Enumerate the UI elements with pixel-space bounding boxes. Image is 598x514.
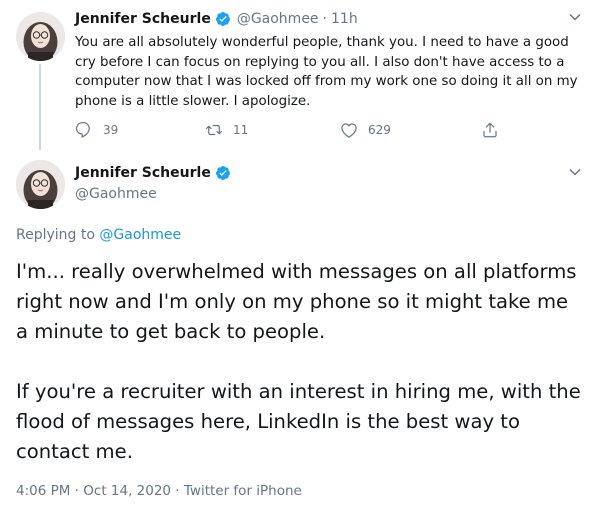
like-button[interactable]: 629 xyxy=(340,121,391,139)
tweet-time[interactable]: 11h xyxy=(331,11,358,27)
avatar[interactable] xyxy=(16,12,65,61)
reply-button[interactable]: 39 xyxy=(75,121,118,139)
share-icon[interactable] xyxy=(481,121,499,139)
separator-dot: · xyxy=(322,11,327,27)
tweet-header: Jennifer Scheurle @Gaohmee · 11h xyxy=(75,11,358,27)
tweet-text: You are all absolutely wonderful people,… xyxy=(75,35,578,109)
user-handle[interactable]: @Gaohmee xyxy=(237,11,319,27)
retweet-count: 11 xyxy=(233,123,249,137)
replying-to-label: Replying to xyxy=(16,227,95,243)
avatar[interactable] xyxy=(16,160,65,209)
retweet-icon xyxy=(205,124,223,136)
replying-to-handle[interactable]: @Gaohmee xyxy=(99,227,181,243)
like-count: 629 xyxy=(368,123,391,137)
retweet-button[interactable]: 11 xyxy=(205,121,248,139)
user-handle[interactable]: @Gaohmee xyxy=(75,186,157,202)
display-name[interactable]: Jennifer Scheurle xyxy=(75,11,211,27)
display-name[interactable]: Jennifer Scheurle xyxy=(75,165,211,181)
tweet-text-paragraph: If you're a recruiter with an interest i… xyxy=(16,380,581,463)
tweet-text-paragraph: I'm... really overwhelmed with messages … xyxy=(16,260,577,343)
avatar-portrait xyxy=(16,160,65,209)
verified-badge-icon xyxy=(215,166,230,180)
avatar-portrait xyxy=(16,12,65,61)
tweet-header: Jennifer Scheurle xyxy=(75,165,231,181)
replying-to: Replying to @Gaohmee xyxy=(16,227,181,243)
heart-icon xyxy=(341,123,357,138)
reply-count: 39 xyxy=(103,123,119,137)
chevron-down-icon[interactable] xyxy=(568,10,582,24)
reply-icon xyxy=(75,122,90,138)
verified-badge-icon xyxy=(215,12,230,26)
tweet-meta[interactable]: 4:06 PM · Oct 14, 2020 · Twitter for iPh… xyxy=(16,483,302,499)
chevron-down-icon[interactable] xyxy=(568,165,582,179)
thread-connector xyxy=(39,64,41,150)
